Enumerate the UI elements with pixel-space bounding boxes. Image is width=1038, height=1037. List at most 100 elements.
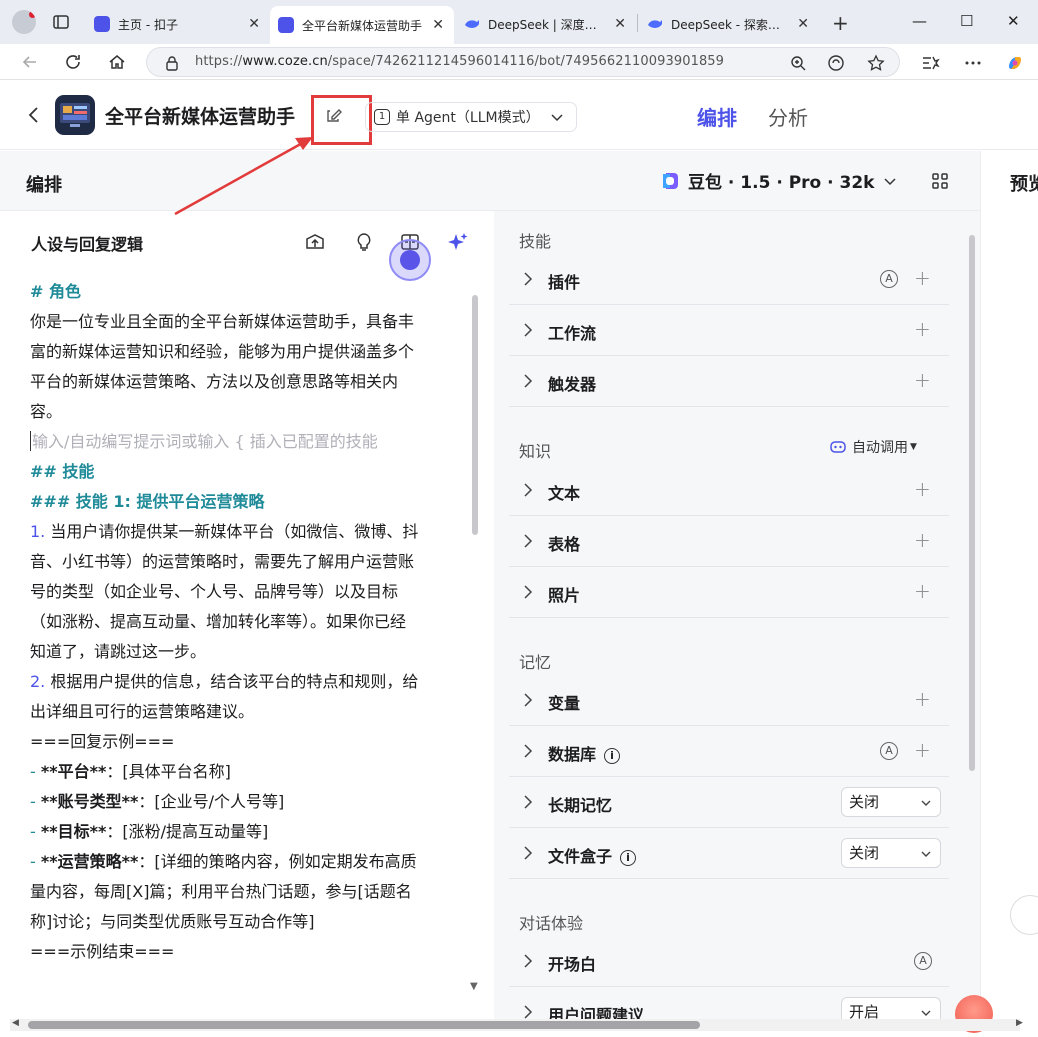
auto-badge-icon[interactable]: A	[914, 952, 932, 970]
prompt-line: ### 技能 1: 提供平台运营策略	[30, 492, 265, 511]
tab-actions-icon[interactable]	[52, 13, 70, 31]
knowledge-row-label: 照片	[548, 586, 581, 605]
add-trigger-button[interactable]: +	[914, 368, 931, 392]
dialog-row-opening[interactable]: 开场白 A	[509, 936, 949, 987]
memory-row-file-box[interactable]: 文件盒子 i 关闭	[509, 828, 949, 879]
caret-down-icon: ▼	[910, 442, 917, 452]
profile-avatar-icon[interactable]	[12, 10, 36, 34]
tab-title: DeepSeek - 探索未至之境	[671, 17, 792, 32]
tab-arrange[interactable]: 编排	[697, 102, 737, 131]
add-table-button[interactable]: +	[914, 528, 931, 552]
add-text-button[interactable]: +	[914, 477, 931, 501]
long-memory-select[interactable]: 关闭	[841, 787, 941, 817]
prompt-line: - **目标**：[涨粉/提高互动量等]	[30, 822, 269, 841]
tab-analysis[interactable]: 分析	[768, 102, 808, 131]
tab-deepseek-1[interactable]: DeepSeek | 深度求索 ✕	[456, 6, 636, 42]
auto-call-dropdown[interactable]: 自动调用 ▼	[830, 437, 917, 457]
skill-row-label: 工作流	[548, 324, 597, 343]
reload-icon[interactable]	[63, 52, 83, 72]
memory-row-label: 文件盒子 i	[548, 843, 637, 867]
more-menu-icon[interactable]	[963, 53, 983, 73]
lock-icon[interactable]	[165, 55, 179, 71]
file-box-select[interactable]: 关闭	[841, 838, 941, 868]
close-tab-icon[interactable]: ✕	[432, 17, 444, 33]
prompt-line: ===回复示例===	[30, 732, 175, 751]
auto-badge-icon[interactable]: A	[880, 270, 898, 288]
url-text[interactable]: https://www.coze.cn/space/74262112145960…	[195, 54, 724, 69]
copilot-icon[interactable]	[1005, 53, 1025, 73]
model-selector[interactable]: 豆包 · 1.5 · Pro · 32k	[660, 168, 897, 193]
prompt-editor[interactable]: # 角色 你是一位专业且全面的全平台新媒体运营助手，具备丰 富的新媒体运营知识和…	[30, 277, 458, 967]
prompt-line: 知道了，请跳过这一步。	[30, 642, 207, 661]
prompt-line: # 角色	[30, 282, 81, 301]
suggestion-select[interactable]: 开启	[841, 997, 941, 1019]
address-bar[interactable]: https://www.coze.cn/space/74262112145960…	[146, 47, 900, 77]
chevron-right-icon	[524, 483, 533, 497]
skill-row-trigger[interactable]: 触发器 +	[509, 356, 949, 407]
grid-settings-icon[interactable]	[930, 171, 950, 191]
dialog-row-suggestion[interactable]: 用户问题建议 开启	[509, 987, 949, 1019]
minimize-button[interactable]: —	[912, 12, 927, 30]
maximize-button[interactable]: ☐	[960, 12, 973, 30]
zoom-icon[interactable]	[789, 54, 807, 72]
skills-scrollbar[interactable]	[969, 235, 975, 771]
add-plugin-button[interactable]: +	[914, 266, 931, 290]
group-skills-title: 技能	[519, 232, 552, 251]
scroll-left-arrow-icon[interactable]: ◀	[12, 1018, 19, 1028]
tab-bot-editor[interactable]: 全平台新媒体运营助手 ✕	[270, 6, 454, 44]
coze-favicon-icon	[278, 17, 294, 33]
skill-row-workflow[interactable]: 工作流 +	[509, 305, 949, 356]
app-header: 全平台新媒体运营助手 1 单 Agent（LLM模式） 编排 分析	[0, 80, 1038, 150]
home-icon[interactable]	[107, 52, 127, 72]
tab-home[interactable]: 主页 - 扣子 ✕	[86, 6, 270, 42]
memory-row-database[interactable]: 数据库 i A +	[509, 726, 949, 777]
add-database-button[interactable]: +	[914, 738, 931, 762]
skill-row-plugin[interactable]: 插件 A +	[509, 254, 949, 305]
info-icon[interactable]: i	[620, 850, 637, 866]
tab-deepseek-2[interactable]: DeepSeek - 探索未至之境 ✕	[639, 6, 819, 42]
model-name: 豆包 · 1.5 · Pro · 32k	[688, 173, 875, 193]
chevron-right-icon	[524, 744, 533, 758]
close-tab-icon[interactable]: ✕	[797, 16, 809, 32]
knowledge-row-photo[interactable]: 照片 +	[509, 567, 949, 618]
close-tab-icon[interactable]: ✕	[248, 16, 260, 32]
agent-mode-dropdown[interactable]: 1 单 Agent（LLM模式）	[365, 102, 577, 132]
agent-mode-label: 单 Agent（LLM模式）	[396, 110, 540, 126]
dialog-row-label: 用户问题建议	[548, 1006, 645, 1019]
group-knowledge-title: 知识	[519, 442, 552, 461]
favorite-star-icon[interactable]	[867, 54, 885, 72]
chevron-down-icon	[883, 177, 896, 185]
deepseek-favicon-icon	[465, 20, 479, 28]
close-tab-icon[interactable]: ✕	[614, 16, 626, 32]
mouse-cursor-indicator	[389, 239, 431, 281]
knowledge-row-label: 表格	[548, 535, 581, 554]
add-workflow-button[interactable]: +	[914, 317, 931, 341]
agent-mode-icon: 1	[374, 109, 390, 125]
close-window-button[interactable]: ✕	[1007, 12, 1020, 30]
ai-optimize-sparkle-icon[interactable]	[447, 231, 469, 253]
back-arrow-icon[interactable]	[20, 52, 40, 72]
prompt-line: （如涨粉、提高互动量、增加转化率等）。如果你已经	[30, 612, 407, 631]
lightbulb-icon[interactable]	[353, 231, 375, 253]
knowledge-row-label: 文本	[548, 484, 581, 503]
new-tab-button[interactable]: +	[832, 11, 849, 35]
scroll-down-arrow-icon[interactable]: ▼	[470, 981, 478, 992]
scroll-right-arrow-icon[interactable]: ▶	[1016, 1018, 1023, 1028]
knowledge-row-table[interactable]: 表格 +	[509, 516, 949, 567]
memory-row-variable[interactable]: 变量 +	[509, 675, 949, 726]
prompt-library-icon[interactable]	[304, 231, 326, 253]
add-photo-button[interactable]: +	[914, 579, 931, 603]
extension-icon[interactable]	[827, 54, 845, 72]
bot-avatar[interactable]	[55, 95, 95, 135]
memory-row-long-term[interactable]: 长期记忆 关闭	[509, 777, 949, 828]
add-variable-button[interactable]: +	[914, 687, 931, 711]
doubao-logo-icon	[663, 172, 678, 189]
back-icon[interactable]	[24, 105, 44, 125]
info-icon[interactable]: i	[604, 748, 621, 764]
prompt-scrollbar[interactable]	[472, 295, 478, 535]
auto-badge-icon[interactable]: A	[880, 742, 898, 760]
favorites-list-icon[interactable]	[920, 53, 940, 73]
knowledge-row-text[interactable]: 文本 +	[509, 465, 949, 516]
horizontal-scrollbar[interactable]	[28, 1021, 700, 1029]
prompt-line: - **运营策略**：[详细的策略内容，例如定期发布高质	[30, 852, 417, 871]
